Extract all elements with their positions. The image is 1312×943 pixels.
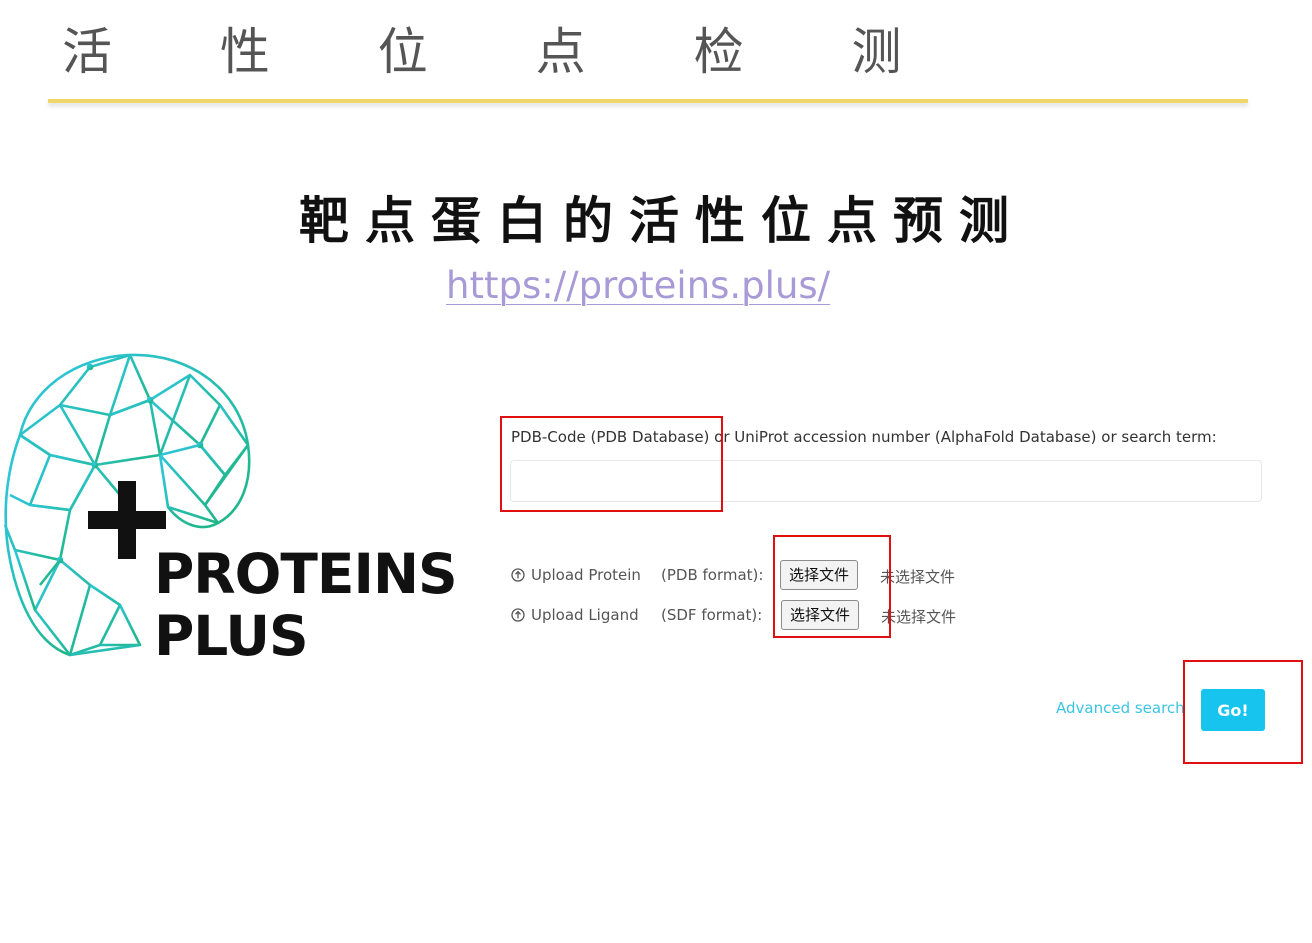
logo-wordmark: PROTEINS PLUS: [154, 542, 458, 668]
proteins-plus-link[interactable]: https://proteins.plus/: [446, 262, 830, 310]
upload-ligand-label: Upload Ligand: [531, 606, 639, 624]
upload-ligand-format: (SDF format):: [661, 606, 763, 624]
protein-file-status: 未选择文件: [880, 568, 956, 586]
choose-protein-file-button[interactable]: 选择文件: [780, 560, 859, 590]
ligand-file-status: 未选择文件: [881, 608, 957, 626]
upload-protein-label: Upload Protein: [531, 566, 641, 584]
choose-ligand-file-button[interactable]: 选择文件: [781, 600, 860, 630]
search-label: PDB-Code (PDB Database) or UniProt acces…: [511, 428, 1217, 446]
proteins-plus-logo: PROTEINS PLUS: [0, 345, 458, 675]
slide-subtitle: 靶点蛋白的活性位点预测: [299, 191, 1025, 250]
logo-line-1: PROTEINS: [154, 542, 458, 606]
upload-ligand-row: Upload Ligand (SDF format):: [511, 600, 762, 630]
upload-circle-icon: [511, 608, 525, 622]
search-input[interactable]: [510, 460, 1262, 502]
title-divider: [48, 99, 1248, 103]
upload-protein-format: (PDB format):: [661, 566, 764, 584]
slide-title: 活 性 位 点 检 测: [62, 23, 948, 81]
advanced-search-link[interactable]: Advanced search: [1056, 699, 1185, 717]
go-button[interactable]: Go!: [1201, 689, 1265, 731]
upload-protein-row: Upload Protein (PDB format):: [511, 560, 763, 590]
upload-circle-icon: [511, 568, 525, 582]
logo-line-2: PLUS: [154, 604, 309, 668]
